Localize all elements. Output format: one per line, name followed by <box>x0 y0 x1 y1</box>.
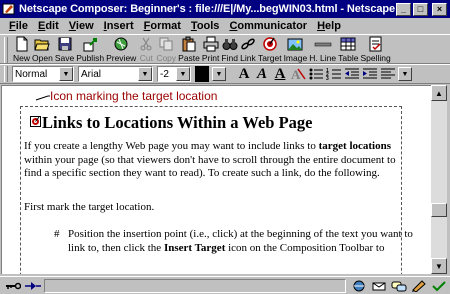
table-button[interactable]: Table <box>337 35 359 63</box>
menu-edit[interactable]: Edit <box>33 20 64 32</box>
increase-indent-icon[interactable] <box>362 66 378 82</box>
cut-button[interactable]: Cut <box>137 35 155 63</box>
target-anchor-icon[interactable] <box>30 116 41 127</box>
scroll-up-button[interactable]: ▲ <box>431 85 447 101</box>
chevron-down-icon[interactable]: ▼ <box>176 67 190 81</box>
scroll-thumb[interactable] <box>431 203 447 217</box>
bulleted-list-icon[interactable] <box>308 66 324 82</box>
horizontal-line-button[interactable]: H. Line <box>308 35 337 63</box>
mailbox-icon[interactable] <box>370 279 388 293</box>
bullet-marker: # <box>54 228 60 240</box>
new-page-icon <box>16 36 27 52</box>
callout-label: Icon marking the target location <box>50 89 218 103</box>
chain-link-icon <box>241 38 255 50</box>
connection-status-icon <box>24 279 42 293</box>
maximize-button[interactable]: □ <box>413 2 428 16</box>
paste-button[interactable]: Paste <box>177 35 201 63</box>
copy-button[interactable]: Copy <box>155 35 177 63</box>
new-button[interactable]: New <box>12 35 31 63</box>
alignment-dropdown[interactable]: ▼ <box>398 67 412 81</box>
status-message-field <box>44 278 346 293</box>
image-button[interactable]: Image <box>283 35 309 63</box>
list-item: # Position the insertion point (i.e., cl… <box>54 228 413 254</box>
menu-help[interactable]: Help <box>312 20 346 32</box>
insert-target-button[interactable]: Target <box>257 35 283 63</box>
formatting-toolbar: Normal ▼ Arial ▼ -2 ▼ ▼ A A A A 123 ▼ <box>0 64 450 84</box>
security-key-icon[interactable] <box>4 279 22 293</box>
target-icon <box>263 37 277 51</box>
chevron-down-icon[interactable]: ▼ <box>59 67 73 81</box>
browser-preview-icon <box>114 37 128 51</box>
publish-button[interactable]: Publish <box>75 35 105 63</box>
open-folder-icon <box>34 39 51 51</box>
open-button[interactable]: Open <box>31 35 54 63</box>
svg-text:3: 3 <box>326 76 329 81</box>
menu-bar: File Edit View Insert Format Tools Commu… <box>0 18 450 34</box>
underline-button[interactable]: A <box>272 66 288 82</box>
decrease-indent-icon[interactable] <box>344 66 360 82</box>
alignment-icon[interactable] <box>380 66 396 82</box>
find-button[interactable]: Find <box>220 35 239 63</box>
paragraph-style-select[interactable]: Normal ▼ <box>12 66 74 82</box>
composer-app-icon[interactable] <box>2 2 16 16</box>
clipboard-icon <box>182 36 196 52</box>
title-bar: Netscape Composer: Beginner's : file:///… <box>0 0 450 18</box>
binoculars-icon <box>222 39 238 50</box>
numbered-list-icon[interactable]: 123 <box>326 66 342 82</box>
image-icon <box>287 38 303 51</box>
scroll-down-button[interactable]: ▼ <box>431 258 447 274</box>
font-size-select[interactable]: -2 ▼ <box>157 66 191 82</box>
print-button[interactable]: Print <box>201 35 220 63</box>
window-title: Netscape Composer: Beginner's : file:///… <box>19 3 396 15</box>
floppy-disk-icon <box>58 37 71 51</box>
link-button[interactable]: Link <box>239 35 257 63</box>
publish-icon <box>83 38 98 52</box>
close-button[interactable]: × <box>432 2 447 16</box>
menu-insert[interactable]: Insert <box>99 20 139 32</box>
save-button[interactable]: Save <box>54 35 75 63</box>
spellcheck-icon <box>369 36 382 52</box>
toolbar-grip[interactable] <box>4 37 8 63</box>
checkmark-icon[interactable] <box>430 279 448 293</box>
menu-tools[interactable]: Tools <box>186 20 225 32</box>
menu-view[interactable]: View <box>64 20 99 32</box>
discussion-groups-icon[interactable] <box>390 279 408 293</box>
format-toolbar-grip[interactable] <box>4 66 8 82</box>
status-bar <box>0 276 450 294</box>
page-heading: Links to Locations Within a Web Page <box>42 113 313 132</box>
bold-button[interactable]: A <box>236 66 252 82</box>
vertical-scrollbar[interactable]: ▲ ▼ <box>431 85 447 274</box>
chevron-down-icon[interactable]: ▼ <box>138 67 152 81</box>
minimize-button[interactable]: _ <box>396 2 411 16</box>
clear-styles-icon[interactable]: A <box>290 66 306 82</box>
composer-icon[interactable] <box>410 279 428 293</box>
preview-button[interactable]: Preview <box>105 35 137 63</box>
italic-button[interactable]: A <box>254 66 270 82</box>
font-color-swatch[interactable] <box>195 66 209 82</box>
composition-toolbar: New Open Save Publish Preview Cut Copy P… <box>0 34 450 64</box>
menu-format[interactable]: Format <box>139 20 186 32</box>
scissors-icon <box>140 37 152 51</box>
font-select[interactable]: Arial ▼ <box>78 66 153 82</box>
table-icon <box>340 37 356 51</box>
intro-paragraph: If you create a lengthy Web page you may… <box>24 140 396 179</box>
printer-icon <box>203 36 219 52</box>
svg-text:A: A <box>291 67 301 81</box>
copy-icon <box>159 37 173 51</box>
navigator-icon[interactable] <box>350 279 368 293</box>
spelling-button[interactable]: Spelling <box>359 35 391 63</box>
menu-file[interactable]: File <box>4 20 33 32</box>
horizontal-line-icon <box>314 42 331 47</box>
step-intro-paragraph: First mark the target location. <box>24 201 155 213</box>
document-frame: Icon marking the target location Links t… <box>0 84 450 276</box>
font-color-dropdown[interactable]: ▼ <box>212 67 226 81</box>
document-editor[interactable]: Icon marking the target location Links t… <box>1 85 431 274</box>
menu-communicator[interactable]: Communicator <box>224 20 312 32</box>
